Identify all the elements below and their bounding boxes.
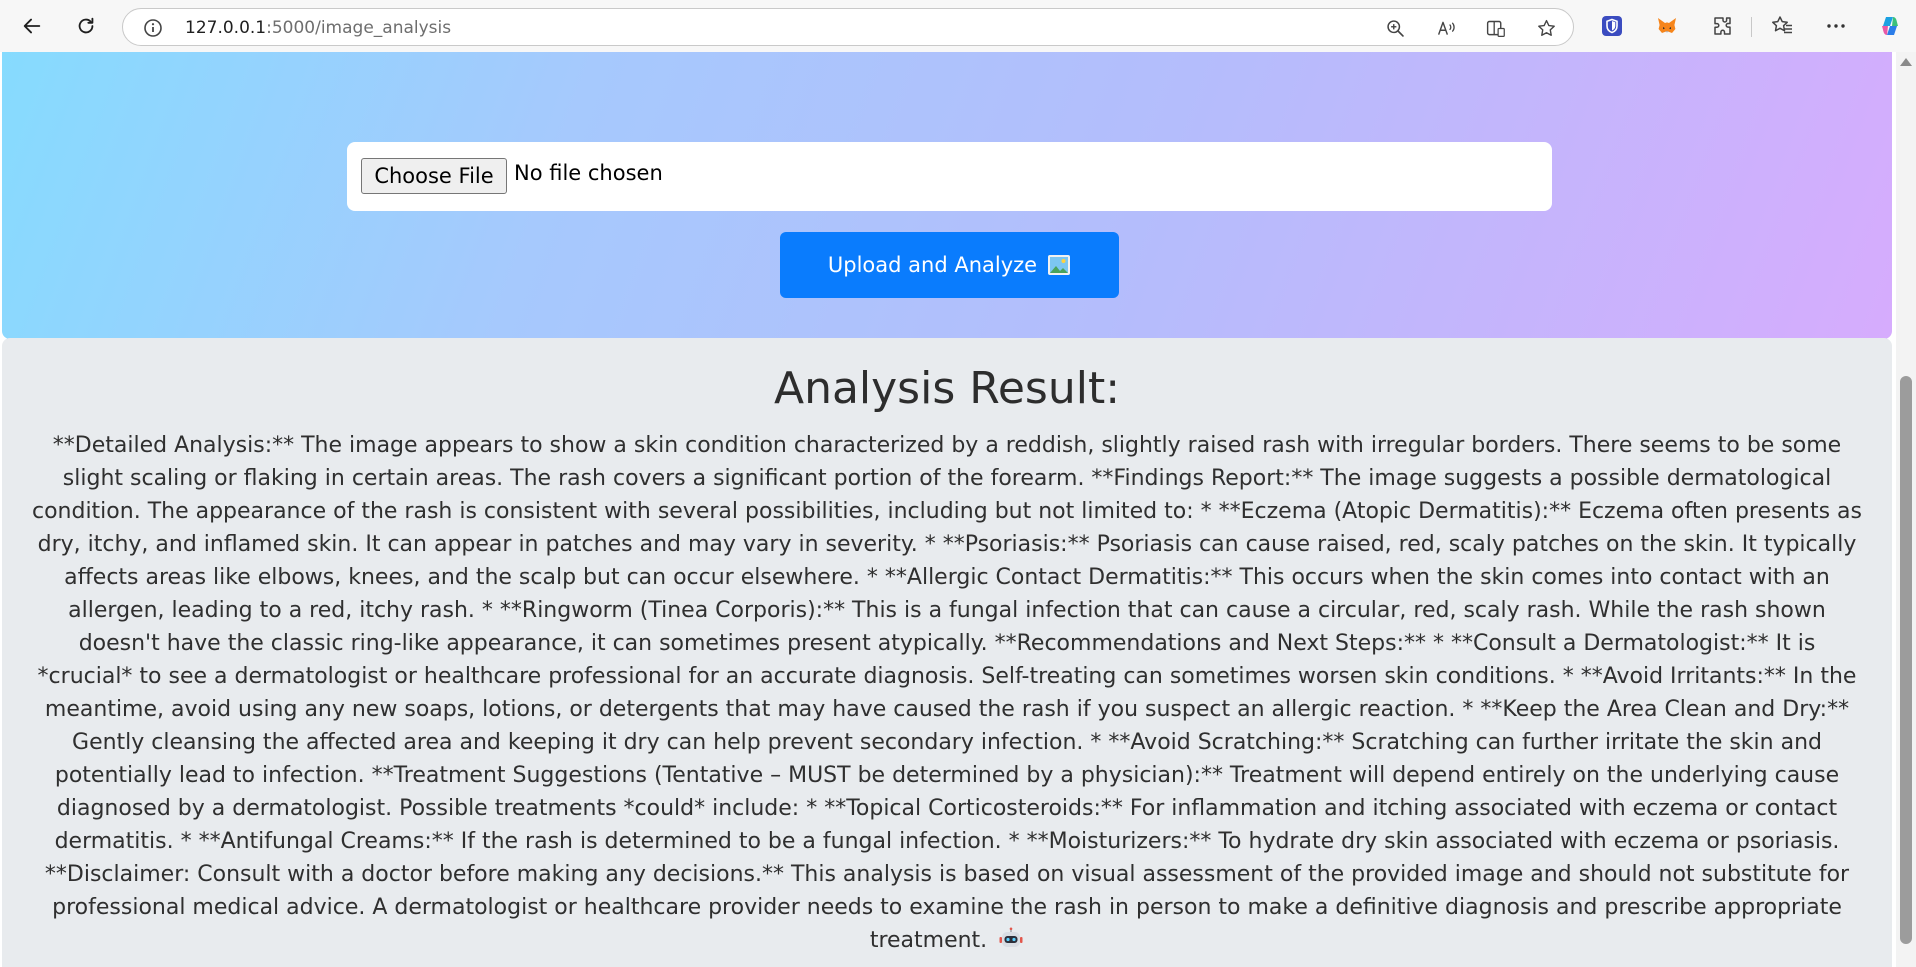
bitwarden-extension-button[interactable] <box>1598 12 1626 40</box>
file-status-text: No file chosen <box>514 161 663 185</box>
back-button[interactable] <box>16 10 48 42</box>
extensions-icon <box>1714 17 1731 35</box>
scroll-up-arrow-icon[interactable] <box>1900 58 1912 66</box>
immersive-reader-icon <box>1486 20 1505 37</box>
vertical-scrollbar[interactable] <box>1896 52 1916 967</box>
copilot-button[interactable] <box>1876 12 1904 40</box>
toolbar-separator <box>1751 17 1752 37</box>
analysis-result-section: Analysis Result: **Detailed Analysis:** … <box>2 338 1892 967</box>
refresh-icon <box>78 17 94 34</box>
favorite-button[interactable] <box>1533 16 1559 40</box>
read-aloud-button[interactable] <box>1433 16 1459 40</box>
robot-icon <box>999 927 1023 947</box>
more-menu-button[interactable] <box>1822 12 1850 40</box>
immersive-reader-button[interactable] <box>1482 16 1508 40</box>
metamask-extension-icon <box>1658 18 1676 33</box>
upload-and-analyze-button[interactable]: Upload and Analyze <box>780 232 1119 298</box>
analysis-result-title: Analysis Result: <box>773 363 1121 414</box>
extensions-button[interactable] <box>1708 12 1736 40</box>
browser-toolbar: 127.0.0.1:5000/image_analysis <box>0 0 1916 52</box>
file-input-container: Choose File No file chosen <box>347 142 1552 211</box>
favorites-icon <box>1772 16 1792 34</box>
back-icon <box>23 18 41 34</box>
favorites-button[interactable] <box>1768 12 1796 40</box>
zoom-icon <box>1386 19 1404 37</box>
copilot-icon <box>1882 17 1898 35</box>
zoom-button[interactable] <box>1382 16 1408 40</box>
analysis-result-text: **Detailed Analysis:** The image appears… <box>30 429 1864 957</box>
analysis-result-body: **Detailed Analysis:** The image appears… <box>31 433 1862 953</box>
address-bar[interactable]: 127.0.0.1:5000/image_analysis <box>122 8 1574 46</box>
framed-picture-icon <box>1048 255 1071 275</box>
upload-section: Choose File No file chosen Upload and An… <box>2 52 1892 339</box>
metamask-extension-button[interactable] <box>1653 12 1681 40</box>
refresh-button[interactable] <box>70 10 102 42</box>
url-path: :5000/image_analysis <box>266 18 452 38</box>
favorite-star-icon <box>1537 19 1555 36</box>
choose-file-button[interactable]: Choose File <box>361 158 507 194</box>
page-viewport: Choose File No file chosen Upload and An… <box>0 52 1896 967</box>
scrollbar-thumb[interactable] <box>1900 376 1912 944</box>
more-menu-icon <box>1827 24 1845 28</box>
site-info-icon[interactable] <box>143 18 163 38</box>
url-host: 127.0.0.1 <box>185 18 267 38</box>
url-text[interactable]: 127.0.0.1:5000/image_analysis <box>185 18 451 38</box>
bitwarden-extension-icon <box>1602 16 1622 36</box>
upload-button-label: Upload and Analyze <box>827 253 1038 277</box>
read-aloud-icon <box>1437 21 1455 35</box>
